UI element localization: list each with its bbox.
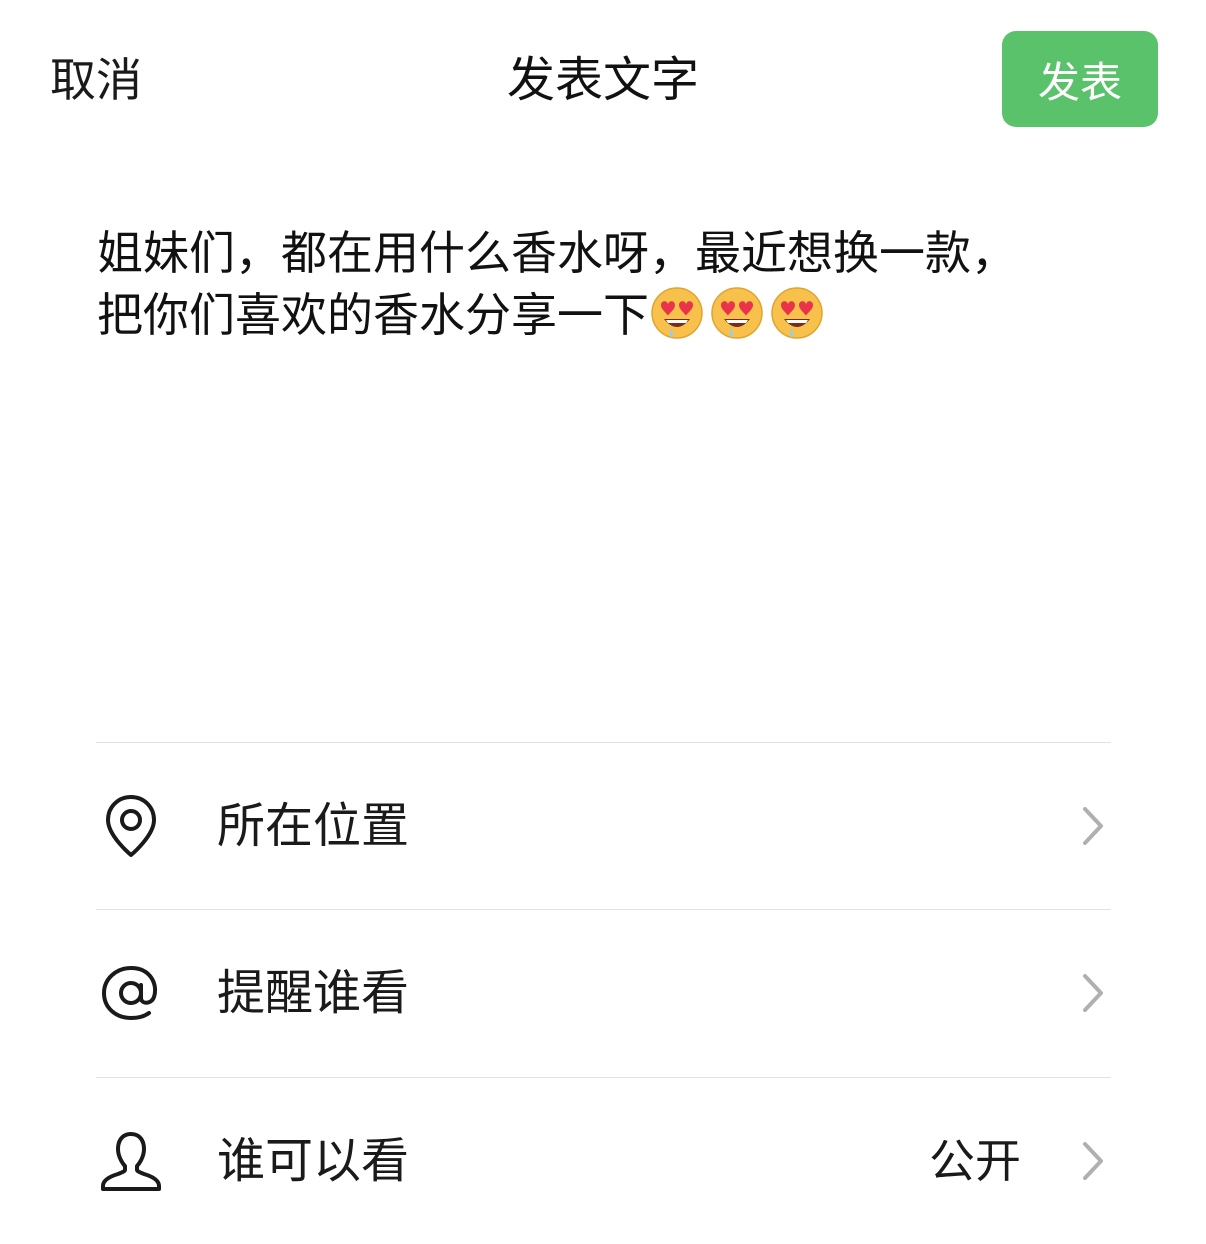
cancel-button[interactable]: 取消 <box>50 50 142 110</box>
location-label: 所在位置 <box>217 798 410 854</box>
heart-eyes-drooling-emoji-icon <box>711 287 763 339</box>
compose-text-area[interactable]: 姐妹们，都在用什么香水呀，最近想换一款， 把你们喜欢的香水分享一下 <box>97 222 1117 346</box>
location-row[interactable]: 所在位置 <box>96 743 1111 909</box>
compose-text-line-2: 把你们喜欢的香水分享一下 <box>97 288 649 342</box>
heart-eyes-drooling-emoji-icon <box>651 287 703 339</box>
at-sign-icon <box>101 965 157 1021</box>
emoji-group <box>649 287 829 342</box>
visibility-row[interactable]: 谁可以看 公开 <box>96 1078 1111 1244</box>
person-icon <box>101 1132 161 1191</box>
location-pin-icon <box>106 795 156 857</box>
top-bar: 取消 发表文字 发表 <box>0 0 1206 160</box>
visibility-label: 谁可以看 <box>217 1133 410 1189</box>
visibility-value: 公开 <box>929 1134 1021 1188</box>
chevron-right-icon <box>1083 807 1103 845</box>
heart-eyes-drooling-emoji-icon <box>771 287 823 339</box>
compose-text-line-1: 姐妹们，都在用什么香水呀，最近想换一款， <box>97 226 1017 280</box>
mention-label: 提醒谁看 <box>217 965 410 1021</box>
chevron-right-icon <box>1083 974 1103 1012</box>
chevron-right-icon <box>1083 1142 1103 1180</box>
mention-row[interactable]: 提醒谁看 <box>96 910 1111 1076</box>
post-button[interactable]: 发表 <box>1002 31 1158 127</box>
